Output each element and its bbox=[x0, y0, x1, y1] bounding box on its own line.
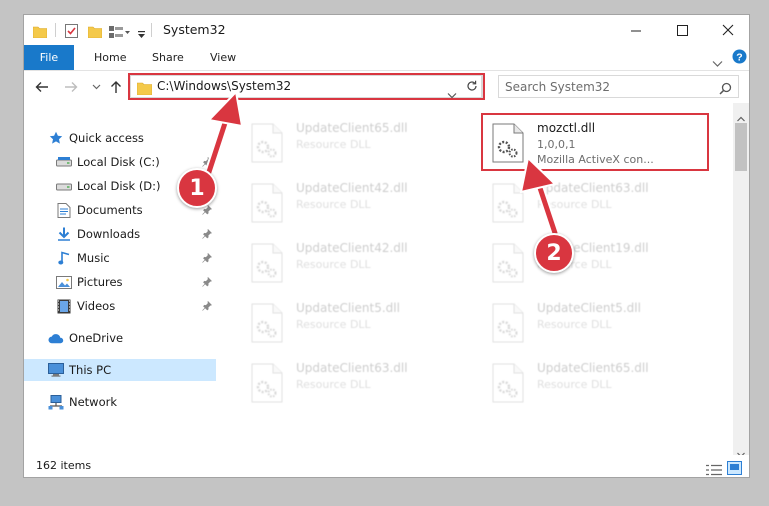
annotation-arrows bbox=[203, 89, 560, 238]
step-badge-1: 1 bbox=[177, 168, 217, 208]
screenshot-stage: System32 File Home Share View ? C:\Windo… bbox=[0, 0, 769, 506]
step-badge-2: 2 bbox=[534, 233, 574, 273]
